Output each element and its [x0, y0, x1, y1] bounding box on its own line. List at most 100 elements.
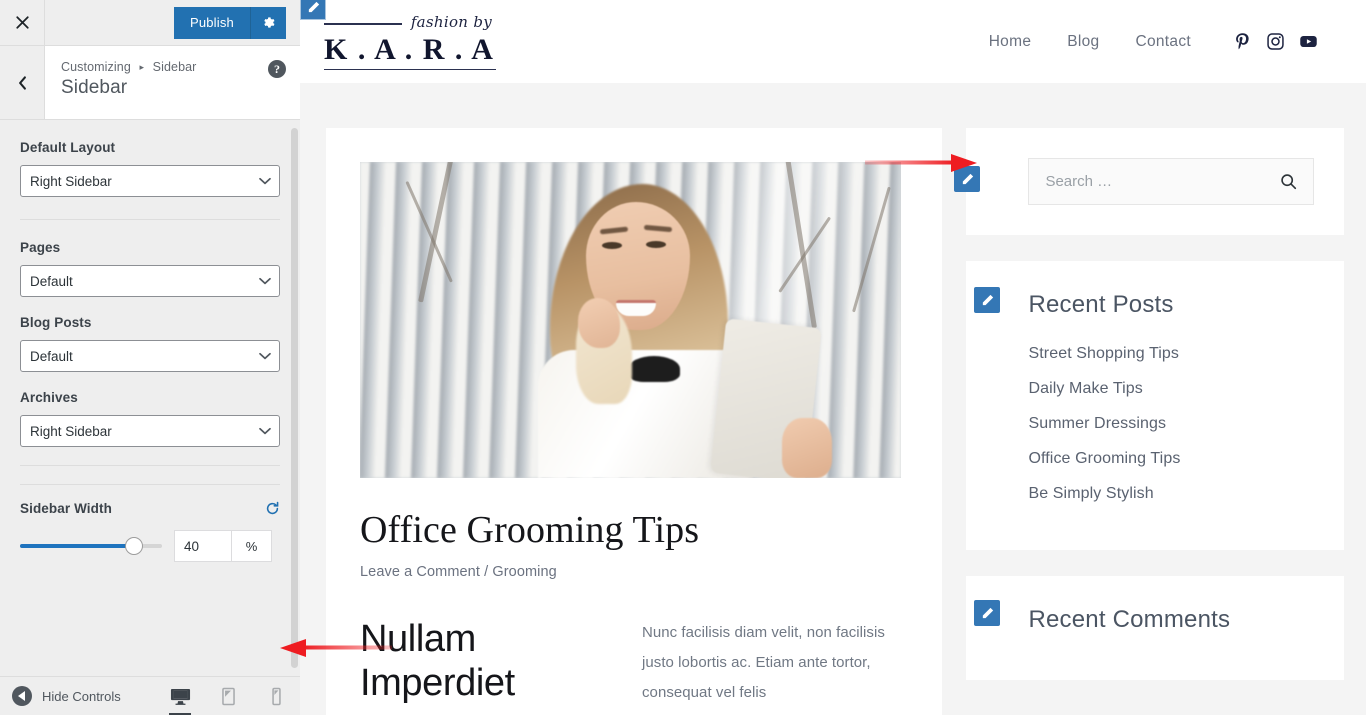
- select-archives[interactable]: Right Sidebar: [20, 415, 280, 447]
- nav-item-blog[interactable]: Blog: [1067, 33, 1099, 51]
- list-item: Office Grooming Tips: [1028, 450, 1314, 468]
- select-default-layout-value: Right Sidebar: [30, 173, 112, 189]
- select-pages[interactable]: Default: [20, 265, 280, 297]
- edit-widget-icon-recent-comments[interactable]: [974, 600, 1001, 626]
- device-mobile-button[interactable]: [252, 677, 300, 715]
- device-tablet-button[interactable]: [204, 677, 252, 715]
- label-archives: Archives: [20, 390, 78, 405]
- control-blog-posts: Blog Posts Default: [20, 315, 280, 372]
- publish-group: Publish: [173, 6, 286, 39]
- gear-icon[interactable]: [250, 6, 286, 39]
- logo-script-text: fashion by: [324, 15, 496, 30]
- breadcrumb-current: Sidebar: [152, 60, 197, 74]
- label-default-layout: Default Layout: [20, 140, 116, 155]
- hide-controls-label: Hide Controls: [42, 688, 121, 704]
- close-icon[interactable]: [0, 0, 45, 45]
- search-input[interactable]: [1045, 173, 1280, 190]
- sidebar-column: Recent Posts Street Shopping Tips Daily …: [954, 128, 1344, 706]
- widget-recent-posts: Recent Posts Street Shopping Tips Daily …: [966, 261, 1344, 550]
- social-links: [1233, 32, 1318, 51]
- widget-title-recent-comments: Recent Comments: [1028, 606, 1231, 633]
- preview-body: Office Grooming Tips Leave a Comment / G…: [300, 83, 1366, 715]
- breadcrumb-separator: ▸: [139, 62, 145, 72]
- edit-widget-icon-search[interactable]: [954, 166, 981, 192]
- select-archives-value: Right Sidebar: [30, 423, 112, 439]
- slider-thumb[interactable]: [124, 537, 143, 555]
- widget-title-recent-posts: Recent Posts: [1028, 291, 1174, 318]
- instagram-icon[interactable]: [1266, 32, 1285, 51]
- control-pages: Pages Default: [20, 240, 280, 297]
- customizer-panel: Publish Customizing ▸ Sidebar Sidebar ? …: [0, 0, 300, 715]
- sidebar-width-unit-button[interactable]: %: [232, 530, 272, 562]
- mobile-icon: [271, 687, 281, 705]
- list-item: Daily Make Tips: [1028, 380, 1314, 398]
- edit-widget-icon-header[interactable]: [300, 0, 326, 20]
- reset-icon[interactable]: [265, 501, 280, 516]
- select-default-layout[interactable]: Right Sidebar: [20, 165, 280, 197]
- post-content-column: Office Grooming Tips Leave a Comment / G…: [326, 128, 943, 715]
- chevron-down-icon: [259, 427, 271, 435]
- youtube-icon[interactable]: [1299, 32, 1318, 51]
- chevron-down-icon: [259, 352, 271, 360]
- chevron-down-icon: [259, 277, 271, 285]
- desktop-icon: [170, 688, 190, 705]
- page-title: Sidebar: [61, 77, 128, 98]
- label-pages: Pages: [20, 240, 61, 255]
- slider-fill: [20, 544, 134, 548]
- nav-item-contact[interactable]: Contact: [1135, 33, 1191, 51]
- site-logo[interactable]: fashion by K . A . R . A: [324, 13, 496, 70]
- recent-post-link[interactable]: Be Simply Stylish: [1028, 485, 1153, 502]
- sidebar-width-input[interactable]: 40: [174, 530, 232, 562]
- sidebar-width-slider-row: 40 %: [20, 530, 280, 562]
- control-sidebar-width: Sidebar Width 40 %: [20, 501, 280, 562]
- hide-controls-button[interactable]: Hide Controls: [0, 686, 121, 706]
- device-preview-switcher: [156, 677, 300, 715]
- recent-post-link[interactable]: Daily Make Tips: [1028, 380, 1142, 397]
- select-blog-posts[interactable]: Default: [20, 340, 280, 372]
- list-item: Street Shopping Tips: [1028, 345, 1314, 363]
- breadcrumb-root[interactable]: Customizing: [61, 60, 131, 74]
- divider-2: [20, 465, 280, 466]
- label-blog-posts: Blog Posts: [20, 315, 92, 330]
- logo-main-text: K . A . R . A: [324, 32, 496, 70]
- pinterest-icon[interactable]: [1233, 32, 1252, 51]
- header-right: Home Blog Contact: [989, 32, 1318, 51]
- post-title: Office Grooming Tips: [360, 509, 700, 551]
- post-body-text: Nunc facilisis diam velit, non facilisis…: [642, 624, 885, 701]
- site-preview: fashion by K . A . R . A Home Blog Conta…: [300, 0, 1366, 715]
- nav-item-home[interactable]: Home: [989, 33, 1032, 51]
- customizer-section-header: Customizing ▸ Sidebar Sidebar ?: [0, 46, 300, 120]
- recent-post-link[interactable]: Office Grooming Tips: [1028, 450, 1180, 467]
- list-item: Summer Dressings: [1028, 415, 1314, 433]
- tablet-icon: [221, 687, 235, 705]
- post-body-heading: Nullam Imperdiet: [360, 618, 515, 704]
- label-sidebar-width: Sidebar Width: [20, 501, 112, 516]
- edit-widget-icon-recent-posts[interactable]: [974, 287, 1001, 313]
- post-meta[interactable]: Leave a Comment / Grooming: [360, 564, 908, 580]
- sidebar-width-header: Sidebar Width: [20, 501, 280, 516]
- widget-recent-comments: Recent Comments: [966, 576, 1344, 680]
- customizer-topbar: Publish: [0, 0, 300, 46]
- search-icon[interactable]: [1280, 173, 1297, 190]
- divider-3: [20, 484, 280, 485]
- device-desktop-button[interactable]: [156, 677, 204, 715]
- customizer-screen: Publish Customizing ▸ Sidebar Sidebar ? …: [0, 0, 1366, 715]
- help-icon[interactable]: ?: [268, 60, 286, 78]
- publish-button[interactable]: Publish: [173, 6, 250, 39]
- featured-image: [360, 162, 901, 478]
- recent-post-link[interactable]: Street Shopping Tips: [1028, 345, 1179, 362]
- featured-image-subject: [528, 178, 832, 478]
- search-box[interactable]: [1028, 158, 1314, 205]
- widget-search: [954, 128, 1344, 235]
- section-header-text: Customizing ▸ Sidebar Sidebar ?: [45, 46, 300, 119]
- divider-1: [20, 219, 280, 220]
- customizer-controls: Default Layout Right Sidebar Pages Defau…: [0, 120, 300, 676]
- panel-scrollbar[interactable]: [291, 128, 298, 668]
- recent-posts-list: Street Shopping Tips Daily Make Tips Sum…: [1028, 345, 1314, 503]
- recent-post-link[interactable]: Summer Dressings: [1028, 415, 1166, 432]
- back-icon[interactable]: [0, 46, 45, 119]
- select-blog-posts-value: Default: [30, 348, 73, 364]
- collapse-icon: [12, 686, 32, 706]
- sidebar-width-slider[interactable]: [20, 537, 162, 555]
- site-header: fashion by K . A . R . A Home Blog Conta…: [300, 0, 1366, 83]
